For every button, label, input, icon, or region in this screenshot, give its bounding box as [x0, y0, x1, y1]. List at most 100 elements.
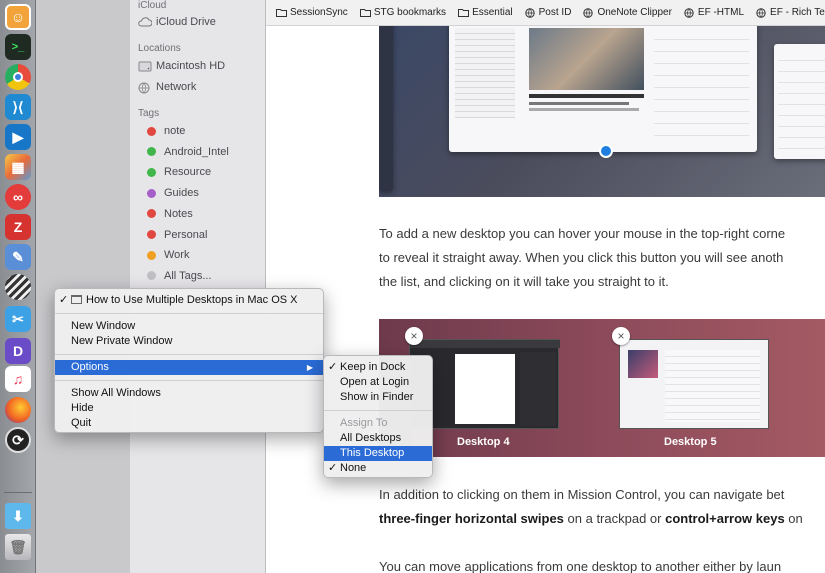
tag-color-dot-icon — [147, 167, 156, 177]
tag-color-dot-icon — [147, 250, 156, 260]
screenshot-safari-window — [449, 26, 757, 152]
menu-separator — [324, 410, 432, 411]
screenshot-safari-icon — [599, 144, 613, 158]
dock-chrome-icon[interactable] — [5, 64, 31, 90]
sidebar-item-label: iCloud Drive — [156, 16, 216, 28]
article-screenshot-desktops: × Desktop 4 × Desktop 5 — [379, 319, 825, 457]
hard-drive-icon — [138, 61, 152, 72]
sidebar-header-tags: Tags — [138, 108, 160, 119]
options-submenu: ✓ Keep in Dock Open at Login Show in Fin… — [323, 355, 433, 478]
article-screenshot-safari — [379, 26, 825, 197]
tag-color-dot-icon — [147, 271, 156, 281]
sidebar-item-label: note — [164, 125, 186, 137]
globe-icon — [756, 7, 766, 18]
dock-downloads-folder-icon[interactable]: ⬇ — [5, 503, 31, 529]
menu-item-this-desktop[interactable]: This Desktop — [324, 446, 432, 461]
menu-item-none[interactable]: ✓ None — [324, 461, 432, 476]
desktop-4-label: Desktop 4 — [457, 436, 510, 448]
article-paragraph-2: In addition to clicking on them in Missi… — [379, 483, 803, 531]
bookmark-sessionsync[interactable]: SessionSync — [276, 7, 348, 18]
dock-stripes-app-icon[interactable] — [5, 274, 31, 300]
close-desktop-4-icon[interactable]: × — [405, 327, 423, 345]
desktop-5-label: Desktop 5 — [664, 436, 717, 448]
sidebar-item-tag[interactable]: Android_Intel — [138, 143, 229, 161]
screenshot-video-thumbnail — [529, 28, 644, 90]
menu-item-label: Options — [71, 361, 109, 373]
dock-trash-icon[interactable]: 🗑 — [5, 534, 31, 560]
menu-item-new-window[interactable]: New Window — [55, 319, 323, 334]
menu-item-hide[interactable]: Hide — [55, 401, 323, 416]
paragraph-line: to reveal it straight away. When you cli… — [379, 250, 784, 265]
sidebar-item-tag[interactable]: Resource — [138, 163, 211, 181]
menu-item-open-at-login[interactable]: Open at Login — [324, 375, 432, 390]
tag-color-dot-icon — [147, 126, 156, 136]
bookmark-essential[interactable]: Essential — [458, 7, 513, 18]
menu-item-window-title[interactable]: ✓ How to Use Multiple Desktops in Mac OS… — [55, 293, 323, 308]
dock-oo-app-icon[interactable]: ∞ — [5, 184, 31, 210]
dock-z-app-icon[interactable]: Z — [5, 214, 31, 240]
globe-icon — [524, 7, 535, 18]
sidebar-item-macintosh-hd[interactable]: Macintosh HD — [138, 57, 225, 75]
bookmark-label: STG bookmarks — [373, 7, 447, 18]
menu-item-options[interactable]: Options ▶ — [55, 360, 323, 375]
bookmark-post-id[interactable]: Post ID — [524, 7, 571, 18]
article-paragraph-1: To add a new desktop you can hover your … — [379, 222, 785, 294]
bookmark-ef-rich-text[interactable]: EF - Rich Text — [756, 7, 825, 18]
menu-item-all-desktops[interactable]: All Desktops — [324, 431, 432, 446]
dock-terminal-icon[interactable]: >_ — [5, 34, 31, 60]
menu-separator — [55, 313, 323, 314]
bookmark-stg-bookmarks[interactable]: STG bookmarks — [359, 7, 447, 18]
sidebar-item-label: Resource — [164, 166, 212, 179]
tag-color-dot-icon — [147, 188, 156, 198]
dock-vscode-icon[interactable]: ⟩⟨ — [5, 94, 31, 120]
globe-icon — [583, 7, 594, 18]
bookmark-ef-html[interactable]: EF -HTML — [684, 7, 744, 18]
sidebar-header-icloud: iCloud — [138, 0, 167, 11]
sidebar-item-label: Network — [156, 81, 197, 93]
dock-sync-app-icon[interactable]: ⟳ — [5, 427, 31, 453]
sidebar-item-tag[interactable]: Notes — [138, 205, 193, 223]
dock-notes-app-icon[interactable]: ✎ — [5, 244, 31, 270]
dock-video-icon[interactable]: ▶ — [5, 124, 31, 150]
finder-window: iCloud iCloud Drive Locations Macintosh … — [36, 0, 266, 573]
dock-finder-icon[interactable]: ☺ — [5, 4, 31, 30]
bold-text: control+arrow keys — [665, 511, 785, 526]
bookmark-label: EF - Rich Text — [770, 7, 825, 18]
menu-item-quit[interactable]: Quit — [55, 416, 323, 431]
menu-item-keep-in-dock[interactable]: ✓ Keep in Dock — [324, 360, 432, 375]
dock-d-app-icon[interactable]: D — [5, 338, 31, 364]
sidebar-item-tag[interactable]: All Tags... — [138, 267, 212, 285]
desktop-5-thumbnail — [619, 339, 769, 429]
paragraph-text: on — [784, 511, 803, 526]
sidebar-item-tag[interactable]: Guides — [138, 184, 199, 202]
menu-separator — [55, 380, 323, 381]
menu-item-label: Keep in Dock — [340, 361, 406, 373]
sidebar-item-network[interactable]: Network — [138, 78, 196, 96]
sidebar-item-tag[interactable]: note — [138, 122, 185, 140]
sidebar-item-label: Macintosh HD — [156, 60, 226, 72]
close-desktop-5-icon[interactable]: × — [612, 327, 630, 345]
folder-icon — [458, 8, 470, 18]
menu-item-new-private-window[interactable]: New Private Window — [55, 334, 323, 349]
sidebar-item-label: Notes — [164, 207, 193, 220]
dock-music-icon[interactable]: ♫ — [5, 366, 31, 392]
tag-color-dot-icon — [147, 230, 156, 239]
screenshot-dock-strip — [379, 26, 393, 191]
submenu-arrow-icon: ▶ — [306, 363, 313, 372]
sidebar-item-icloud-drive[interactable]: iCloud Drive — [138, 13, 216, 31]
menu-item-show-in-finder[interactable]: Show in Finder — [324, 390, 432, 405]
bold-text: three-finger horizontal swipes — [379, 511, 564, 526]
menu-item-show-all-windows[interactable]: Show All Windows — [55, 386, 323, 401]
folder-icon — [359, 8, 371, 18]
bookmark-onenote-clipper[interactable]: OneNote Clipper — [583, 7, 672, 18]
sidebar-item-label: Guides — [164, 187, 199, 200]
bookmark-label: SessionSync — [290, 7, 348, 18]
sidebar-item-tag[interactable]: Work — [138, 246, 189, 264]
bookmark-label: Essential — [472, 7, 513, 18]
dock-preview-app-icon[interactable]: ✂ — [5, 306, 31, 332]
dock-firefox-icon[interactable] — [5, 397, 31, 423]
bookmarks-bar: SessionSync STG bookmarks Essential Post ID… — [266, 0, 825, 26]
sidebar-item-label: Personal — [164, 228, 208, 241]
sidebar-item-tag[interactable]: Personal — [138, 226, 207, 244]
dock-grid-app-icon[interactable]: ▦ — [5, 154, 31, 180]
